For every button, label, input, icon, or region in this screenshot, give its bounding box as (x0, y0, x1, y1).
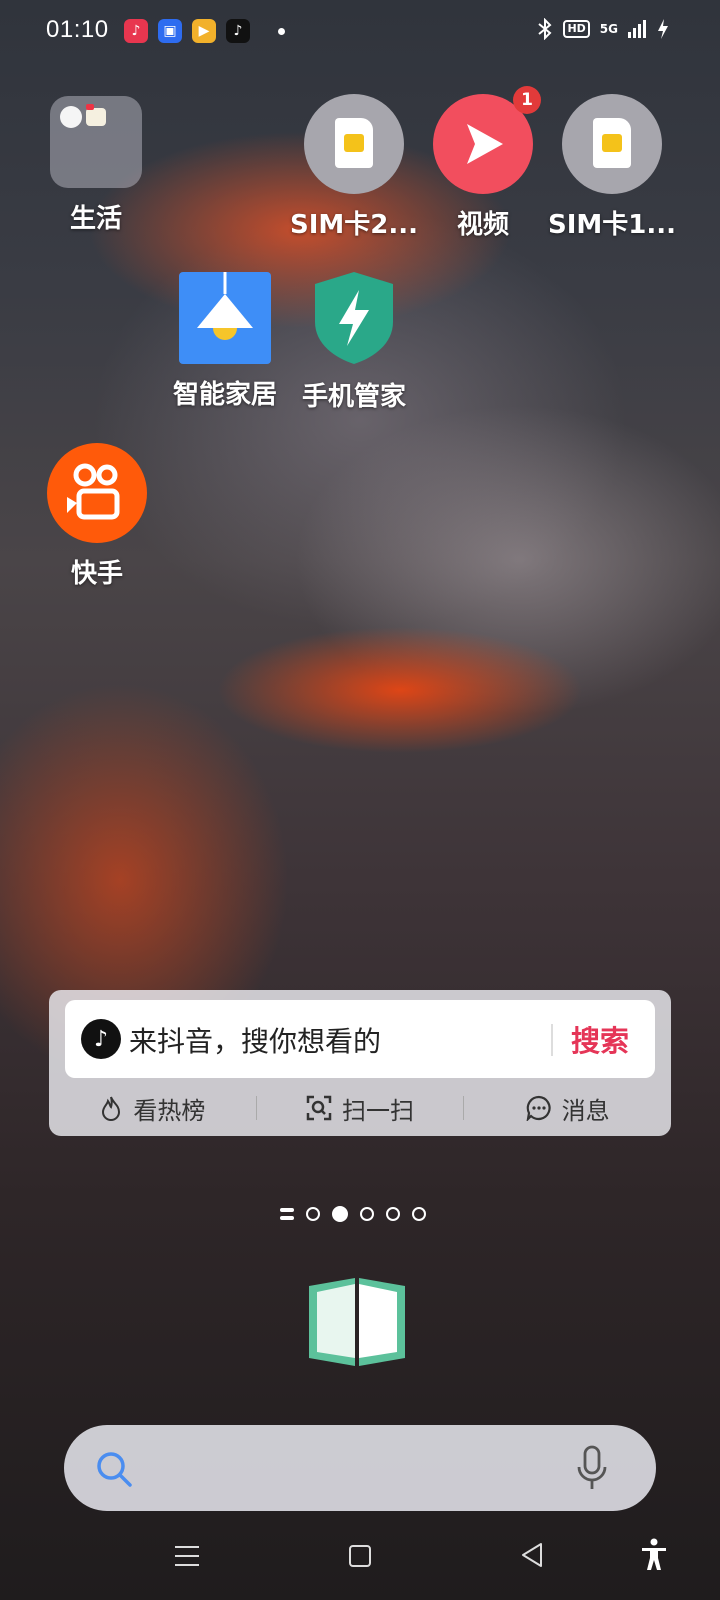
app-label: SIM卡1... (548, 210, 676, 240)
more-notifications-dot (278, 28, 285, 35)
chat-bubble-icon (526, 1095, 551, 1121)
messages-button[interactable]: 消息 (464, 1091, 671, 1126)
open-book-icon (309, 1278, 405, 1366)
status-icons: HD 5G (537, 18, 670, 40)
app-label: SIM卡2... (290, 210, 418, 240)
notification-badge: 1 (513, 86, 541, 114)
status-bar: 01:10 ♪ ▣ ▶ ♪ HD 5G (0, 0, 720, 64)
scan-icon (306, 1095, 332, 1121)
back-icon[interactable] (520, 1542, 544, 1568)
accessibility-icon[interactable] (640, 1538, 668, 1572)
app-label: 智能家居 (172, 380, 277, 410)
app-video[interactable]: 1 视频 (418, 86, 548, 241)
tiktok-icon: ♪ (226, 19, 250, 43)
douyin-search-button[interactable]: 搜索 (571, 1018, 629, 1060)
signal-icon (628, 20, 646, 38)
scan-button[interactable]: 扫一扫 (257, 1091, 464, 1126)
app-label: 手机管家 (301, 382, 406, 412)
scan-label: 扫一扫 (342, 1096, 414, 1125)
menu-icon[interactable] (174, 1544, 200, 1568)
app-reader[interactable] (305, 1272, 409, 1368)
app-label: 视频 (456, 210, 509, 240)
clock: 01:10 (46, 16, 109, 43)
douyin-search-placeholder[interactable]: 来抖音，搜你想看的 (129, 1020, 381, 1060)
page-dot[interactable] (412, 1207, 426, 1221)
messages-label: 消息 (561, 1096, 610, 1125)
battery-charging-icon (658, 19, 668, 39)
bluetooth-icon (538, 18, 552, 40)
navigation-bar (0, 1520, 720, 1600)
app-label: 生活 (69, 204, 122, 234)
sim-card-icon (562, 94, 662, 194)
sim-card-icon (304, 94, 404, 194)
gallery-icon: ▣ (158, 19, 182, 43)
life-folder[interactable]: 生活 (31, 96, 161, 235)
douyin-search-widget: ♪ 来抖音，搜你想看的 搜索 看热榜 扫一扫 消息 (49, 990, 671, 1136)
shield-icon (311, 270, 397, 366)
kuaishou-camera-icon (47, 443, 147, 543)
page-dot-active[interactable] (332, 1206, 348, 1222)
hot-list-label: 看热榜 (133, 1096, 206, 1125)
hot-list-button[interactable]: 看热榜 (49, 1091, 256, 1126)
app-smart-home[interactable]: 智能家居 (160, 272, 290, 411)
music-icon: ♪ (124, 19, 148, 43)
flame-icon (102, 1096, 121, 1121)
app-sim1[interactable]: SIM卡1... (547, 94, 677, 241)
microphone-icon[interactable] (576, 1445, 608, 1491)
douyin-search-box[interactable]: ♪ 来抖音，搜你想看的 搜索 (65, 1000, 655, 1078)
page-dot[interactable] (306, 1207, 320, 1221)
app-phone-manager[interactable]: 手机管家 (289, 270, 419, 413)
lamp-icon (179, 272, 271, 364)
app-kuaishou[interactable]: 快手 (32, 443, 162, 590)
search-icon (97, 1452, 132, 1487)
douyin-logo-icon: ♪ (81, 1019, 121, 1059)
page-dot[interactable] (386, 1207, 400, 1221)
douyin-actions: 看热榜 扫一扫 消息 (49, 1082, 671, 1134)
folder-icon (50, 96, 142, 188)
home-icon[interactable] (348, 1544, 372, 1568)
global-search-bar[interactable] (64, 1425, 656, 1511)
divider (551, 1024, 553, 1056)
page-indicator[interactable] (280, 1206, 426, 1222)
app-label: 快手 (70, 559, 123, 589)
page-dot[interactable] (360, 1207, 374, 1221)
video-app-icon: ▶ (192, 19, 216, 43)
video-play-icon: 1 (433, 86, 541, 194)
network-type: 5G (599, 22, 618, 36)
hd-label: HD (563, 20, 590, 38)
page-indicator-minus-one[interactable] (280, 1208, 294, 1220)
app-sim2[interactable]: SIM卡2... (289, 94, 419, 241)
